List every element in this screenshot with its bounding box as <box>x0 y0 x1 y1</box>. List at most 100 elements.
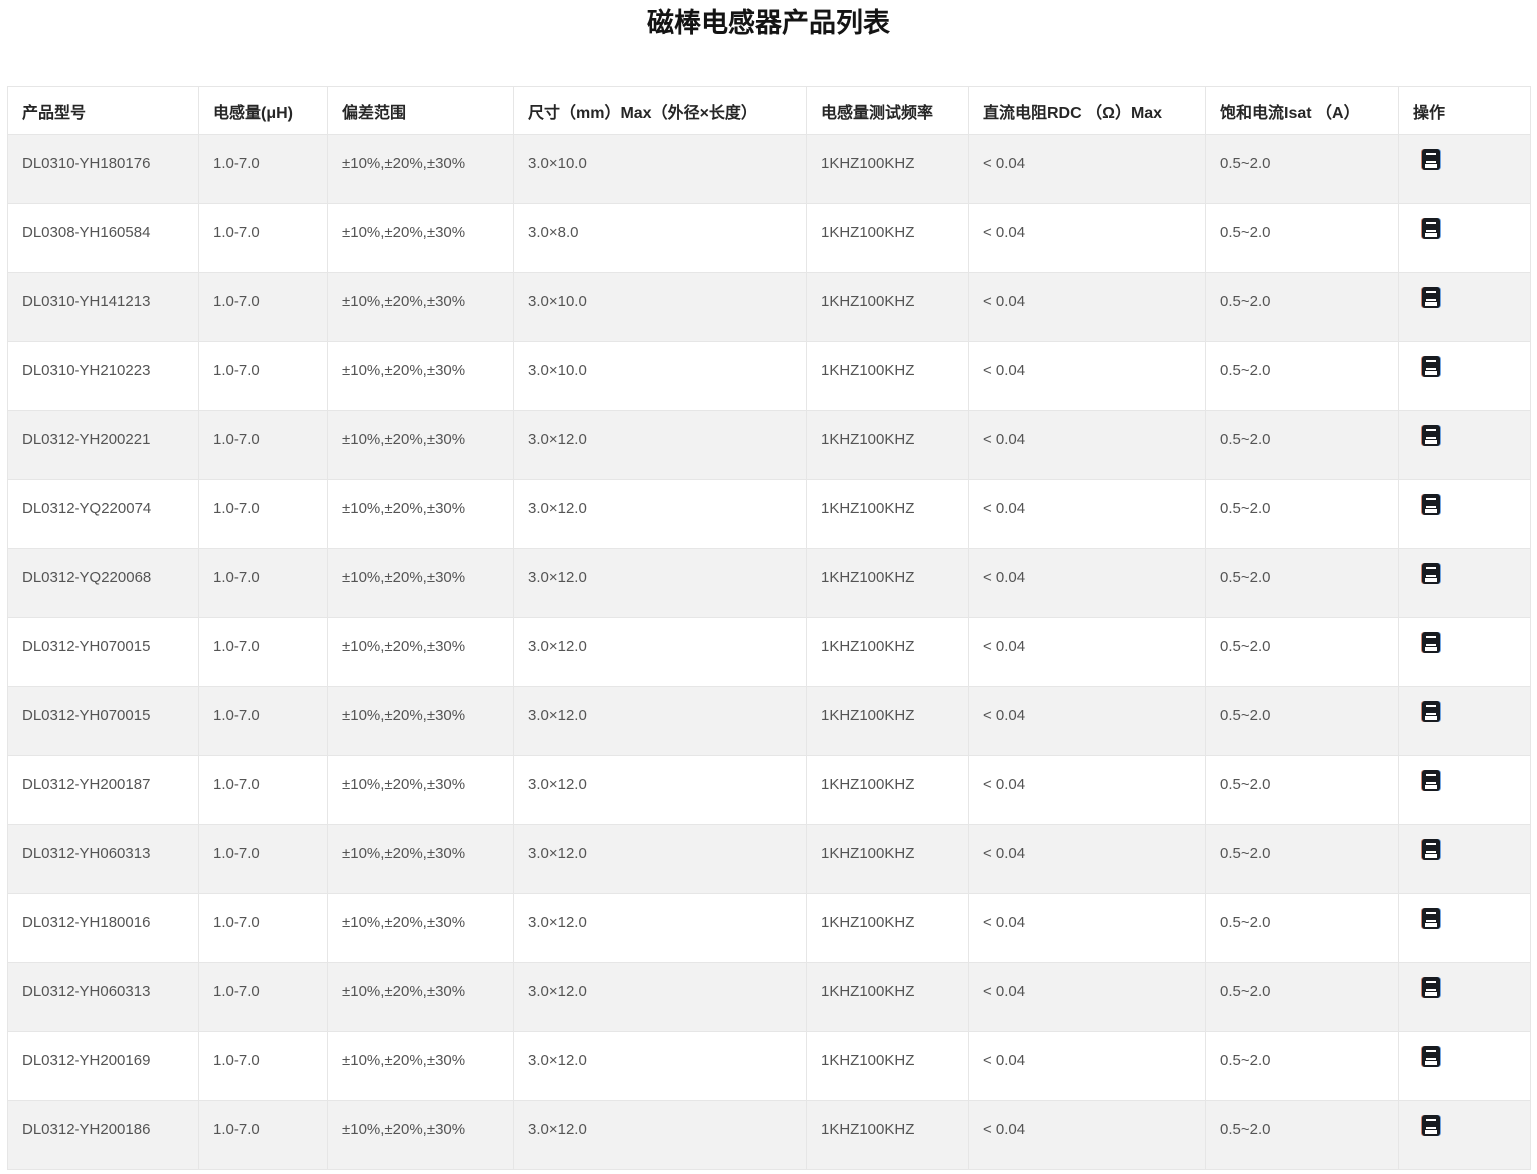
table-row: DL0312-YH2001861.0-7.0±10%,±20%,±30%3.0×… <box>8 1101 1531 1170</box>
cell-action <box>1399 1032 1531 1101</box>
cell-inductance: 1.0-7.0 <box>199 411 328 480</box>
cell-isat: 0.5~2.0 <box>1206 135 1399 204</box>
cell-tolerance: ±10%,±20%,±30% <box>328 135 514 204</box>
document-icon <box>1422 1046 1440 1067</box>
cell-model: DL0312-YQ220068 <box>8 549 199 618</box>
cell-action <box>1399 618 1531 687</box>
view-detail-button[interactable] <box>1422 563 1440 584</box>
table-row: DL0312-YH2001871.0-7.0±10%,±20%,±30%3.0×… <box>8 756 1531 825</box>
cell-tolerance: ±10%,±20%,±30% <box>328 411 514 480</box>
cell-isat: 0.5~2.0 <box>1206 411 1399 480</box>
cell-rdc: < 0.04 <box>969 411 1206 480</box>
column-header-rdc: 直流电阻RDC （Ω）Max <box>969 87 1206 135</box>
cell-action <box>1399 273 1531 342</box>
cell-tolerance: ±10%,±20%,±30% <box>328 273 514 342</box>
cell-isat: 0.5~2.0 <box>1206 273 1399 342</box>
view-detail-button[interactable] <box>1422 356 1440 377</box>
cell-test_freq: 1KHZ100KHZ <box>807 756 969 825</box>
cell-size: 3.0×12.0 <box>514 825 807 894</box>
view-detail-button[interactable] <box>1422 701 1440 722</box>
cell-model: DL0312-YH200186 <box>8 1101 199 1170</box>
cell-tolerance: ±10%,±20%,±30% <box>328 1101 514 1170</box>
view-detail-button[interactable] <box>1422 218 1440 239</box>
document-icon <box>1422 149 1440 170</box>
column-header-model: 产品型号 <box>8 87 199 135</box>
cell-inductance: 1.0-7.0 <box>199 894 328 963</box>
cell-size: 3.0×10.0 <box>514 273 807 342</box>
table-row: DL0310-YH2102231.0-7.0±10%,±20%,±30%3.0×… <box>8 342 1531 411</box>
cell-test_freq: 1KHZ100KHZ <box>807 1032 969 1101</box>
cell-size: 3.0×12.0 <box>514 963 807 1032</box>
cell-tolerance: ±10%,±20%,±30% <box>328 342 514 411</box>
cell-inductance: 1.0-7.0 <box>199 1032 328 1101</box>
view-detail-button[interactable] <box>1422 908 1440 929</box>
cell-inductance: 1.0-7.0 <box>199 204 328 273</box>
table-row: DL0312-YH2002211.0-7.0±10%,±20%,±30%3.0×… <box>8 411 1531 480</box>
view-detail-button[interactable] <box>1422 1046 1440 1067</box>
cell-model: DL0312-YH060313 <box>8 963 199 1032</box>
cell-tolerance: ±10%,±20%,±30% <box>328 204 514 273</box>
view-detail-button[interactable] <box>1422 977 1440 998</box>
cell-model: DL0310-YH141213 <box>8 273 199 342</box>
product-table: 产品型号电感量(μH)偏差范围尺寸（mm）Max（外径×长度）电感量测试频率直流… <box>7 86 1531 1170</box>
view-detail-button[interactable] <box>1422 632 1440 653</box>
table-row: DL0312-YH0603131.0-7.0±10%,±20%,±30%3.0×… <box>8 963 1531 1032</box>
view-detail-button[interactable] <box>1422 425 1440 446</box>
cell-model: DL0308-YH160584 <box>8 204 199 273</box>
cell-inductance: 1.0-7.0 <box>199 825 328 894</box>
cell-tolerance: ±10%,±20%,±30% <box>328 480 514 549</box>
cell-rdc: < 0.04 <box>969 549 1206 618</box>
product-table-container: 产品型号电感量(μH)偏差范围尺寸（mm）Max（外径×长度）电感量测试频率直流… <box>7 86 1530 1170</box>
table-body: DL0310-YH1801761.0-7.0±10%,±20%,±30%3.0×… <box>8 135 1531 1170</box>
cell-model: DL0312-YH070015 <box>8 687 199 756</box>
cell-rdc: < 0.04 <box>969 825 1206 894</box>
document-icon <box>1422 632 1440 653</box>
view-detail-button[interactable] <box>1422 287 1440 308</box>
table-header-row: 产品型号电感量(μH)偏差范围尺寸（mm）Max（外径×长度）电感量测试频率直流… <box>8 87 1531 135</box>
document-icon <box>1422 494 1440 515</box>
cell-size: 3.0×12.0 <box>514 618 807 687</box>
cell-isat: 0.5~2.0 <box>1206 342 1399 411</box>
view-detail-button[interactable] <box>1422 770 1440 791</box>
cell-inductance: 1.0-7.0 <box>199 549 328 618</box>
cell-rdc: < 0.04 <box>969 1032 1206 1101</box>
cell-test_freq: 1KHZ100KHZ <box>807 273 969 342</box>
cell-action <box>1399 549 1531 618</box>
cell-model: DL0310-YH180176 <box>8 135 199 204</box>
cell-size: 3.0×12.0 <box>514 687 807 756</box>
column-header-inductance: 电感量(μH) <box>199 87 328 135</box>
view-detail-button[interactable] <box>1422 494 1440 515</box>
document-icon <box>1422 356 1440 377</box>
document-icon <box>1422 839 1440 860</box>
cell-action <box>1399 825 1531 894</box>
column-header-size: 尺寸（mm）Max（外径×长度） <box>514 87 807 135</box>
document-icon <box>1422 770 1440 791</box>
cell-tolerance: ±10%,±20%,±30% <box>328 687 514 756</box>
cell-action <box>1399 204 1531 273</box>
cell-size: 3.0×10.0 <box>514 135 807 204</box>
cell-inductance: 1.0-7.0 <box>199 963 328 1032</box>
cell-isat: 0.5~2.0 <box>1206 480 1399 549</box>
cell-isat: 0.5~2.0 <box>1206 825 1399 894</box>
view-detail-button[interactable] <box>1422 839 1440 860</box>
document-icon <box>1422 977 1440 998</box>
cell-model: DL0310-YH210223 <box>8 342 199 411</box>
cell-model: DL0312-YH060313 <box>8 825 199 894</box>
cell-action <box>1399 963 1531 1032</box>
cell-tolerance: ±10%,±20%,±30% <box>328 963 514 1032</box>
cell-size: 3.0×12.0 <box>514 411 807 480</box>
cell-test_freq: 1KHZ100KHZ <box>807 687 969 756</box>
document-icon <box>1422 425 1440 446</box>
view-detail-button[interactable] <box>1422 149 1440 170</box>
cell-rdc: < 0.04 <box>969 135 1206 204</box>
cell-size: 3.0×12.0 <box>514 1032 807 1101</box>
cell-rdc: < 0.04 <box>969 963 1206 1032</box>
cell-action <box>1399 756 1531 825</box>
cell-action <box>1399 1101 1531 1170</box>
column-header-action: 操作 <box>1399 87 1531 135</box>
column-header-test_freq: 电感量测试频率 <box>807 87 969 135</box>
cell-isat: 0.5~2.0 <box>1206 894 1399 963</box>
document-icon <box>1422 287 1440 308</box>
table-row: DL0312-YH0700151.0-7.0±10%,±20%,±30%3.0×… <box>8 618 1531 687</box>
view-detail-button[interactable] <box>1422 1115 1440 1136</box>
